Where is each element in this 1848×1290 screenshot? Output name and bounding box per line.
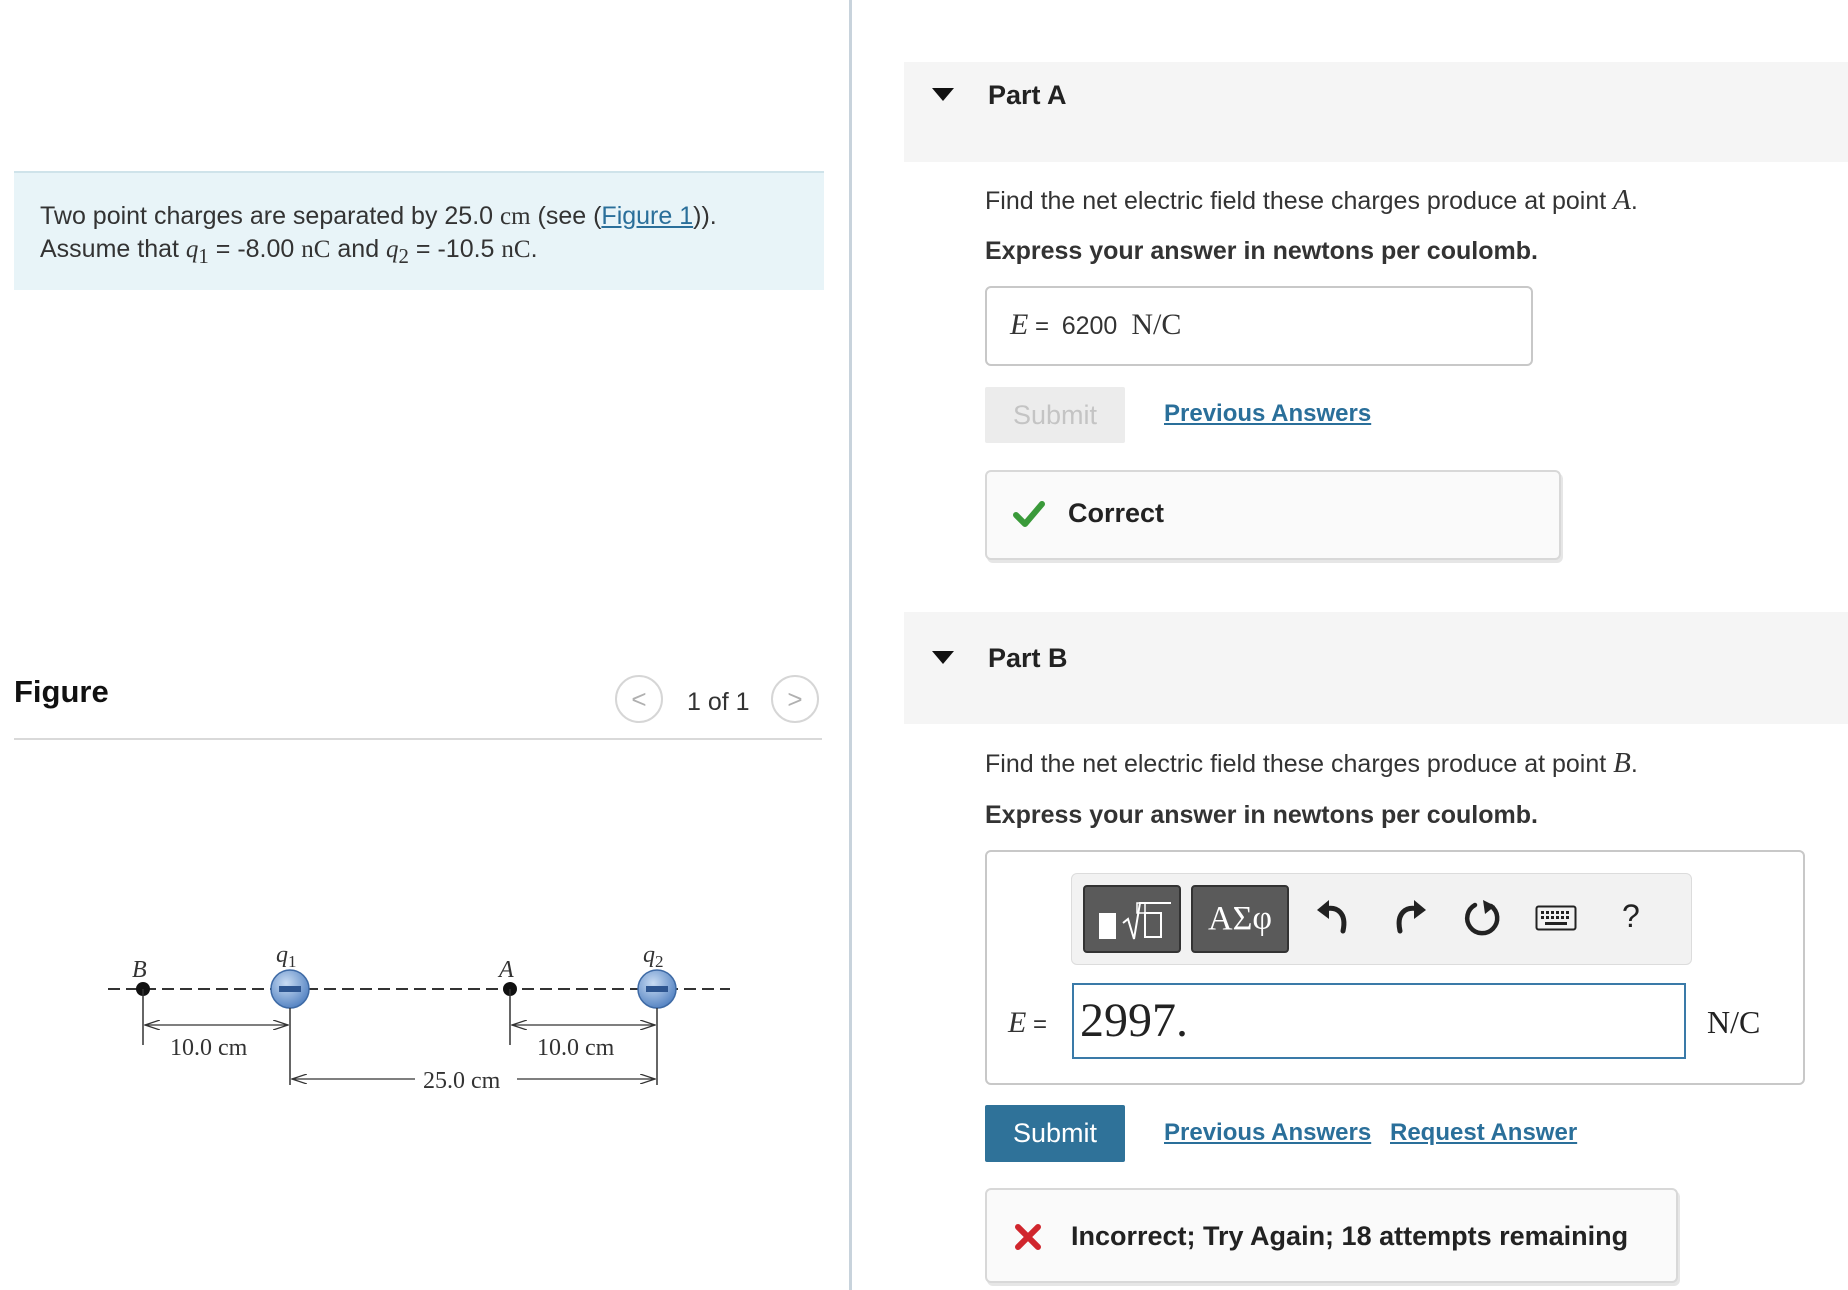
- part-b-question: Find the net electric field these charge…: [985, 747, 1638, 779]
- point-B-label: B: [132, 957, 147, 983]
- check-icon: [1013, 501, 1045, 527]
- templates-button[interactable]: [1083, 885, 1181, 953]
- part-a-instruction: Express your answer in newtons per coulo…: [985, 237, 1538, 265]
- problem-line-2: Assume that q1 = -8.00 nC and q2 = -10.5…: [40, 235, 538, 268]
- figure-title: Figure: [14, 674, 109, 709]
- undo-icon[interactable]: [1313, 897, 1355, 939]
- minus-sign-icon: [279, 986, 301, 992]
- part-b-instruction: Express your answer in newtons per coulo…: [985, 801, 1538, 829]
- part-a-question: Find the net electric field these charge…: [985, 184, 1638, 216]
- part-a-previous-answers-link[interactable]: Previous Answers: [1164, 400, 1371, 428]
- dimension-label-right: 10.0 cm: [537, 1035, 615, 1061]
- problem-line-1: Two point charges are separated by 25.0 …: [40, 202, 717, 230]
- help-icon[interactable]: ?: [1622, 898, 1640, 935]
- part-b-submit-button[interactable]: Submit: [985, 1105, 1125, 1162]
- part-a-header[interactable]: [904, 62, 1848, 162]
- part-b-feedback-text: Incorrect; Try Again; 18 attempts remain…: [1071, 1221, 1629, 1251]
- part-b-request-answer-link[interactable]: Request Answer: [1390, 1119, 1577, 1147]
- part-b-unit: N/C: [1707, 1004, 1761, 1040]
- part-a-title: Part A: [988, 80, 1067, 110]
- figure-counter: 1 of 1: [687, 688, 750, 716]
- collapse-triangle-icon[interactable]: [932, 88, 954, 101]
- part-b-answer-input[interactable]: 2997.: [1072, 983, 1686, 1059]
- problem-statement: Two point charges are separated by 25.0 …: [40, 200, 717, 272]
- collapse-triangle-icon[interactable]: [932, 651, 954, 664]
- dimension-label-left: 10.0 cm: [170, 1035, 248, 1061]
- dimension-label-total: 25.0 cm: [423, 1068, 501, 1094]
- redo-icon[interactable]: [1388, 897, 1430, 939]
- figure-divider: [14, 738, 822, 740]
- error-x-icon: [1015, 1224, 1041, 1250]
- part-a-unit: N/C: [1131, 308, 1182, 341]
- charges-figure: B A q1 q2 10.0 cm 10.0 cm 25.0 cm: [108, 942, 730, 1094]
- part-b-title: Part B: [988, 643, 1068, 673]
- charge-q1-label: q1: [276, 942, 297, 971]
- figure-prev-button[interactable]: <: [615, 675, 663, 723]
- part-a-answer: E = 6200 N/C: [1010, 308, 1182, 341]
- part-a-feedback-text: Correct: [1068, 498, 1165, 528]
- minus-sign-icon: [646, 986, 668, 992]
- figure-next-button[interactable]: >: [771, 675, 819, 723]
- templates-icon: [1099, 902, 1171, 940]
- reset-icon[interactable]: [1461, 896, 1505, 940]
- point-A-label: A: [497, 957, 514, 983]
- symbols-button[interactable]: ΑΣφ: [1191, 885, 1289, 953]
- keyboard-icon[interactable]: [1535, 905, 1577, 931]
- part-b-var-label: E =: [1008, 1006, 1048, 1039]
- charge-q2-label: q2: [643, 942, 664, 971]
- part-a-value: 6200: [1061, 312, 1118, 340]
- pane-divider: [849, 0, 852, 1290]
- figure-1-link[interactable]: Figure 1: [601, 202, 693, 230]
- part-b-previous-answers-link[interactable]: Previous Answers: [1164, 1119, 1371, 1147]
- part-a-submit-button[interactable]: Submit: [985, 387, 1125, 443]
